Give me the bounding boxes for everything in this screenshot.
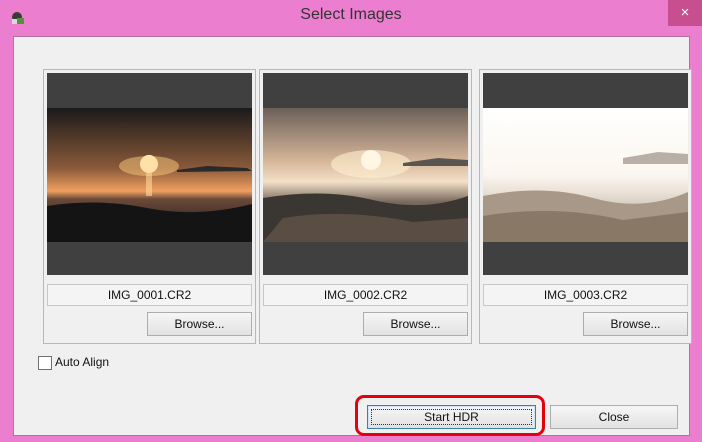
browse-button-3[interactable]: Browse... <box>583 312 688 336</box>
filename-field-1: IMG_0001.CR2 <box>47 284 252 306</box>
image-thumbnail-3 <box>483 108 688 242</box>
auto-align-label: Auto Align <box>55 355 110 369</box>
image-thumbnail-1 <box>47 108 252 242</box>
browse-button-1[interactable]: Browse... <box>147 312 252 336</box>
image-preview-2 <box>263 73 468 275</box>
auto-align-checkbox[interactable] <box>38 356 52 370</box>
select-images-window: Select Images × IMG_0001.CR2 Browse... I… <box>0 0 702 442</box>
image-preview-1 <box>47 73 252 275</box>
image-preview-3 <box>483 73 688 275</box>
close-button[interactable]: Close <box>550 405 678 429</box>
window-title: Select Images <box>300 6 402 23</box>
dialog-client-area: IMG_0001.CR2 Browse... IMG_0002.CR2 Brow… <box>13 36 692 436</box>
image-panel-1: IMG_0001.CR2 Browse... <box>43 69 256 344</box>
highlight-callout <box>355 395 545 436</box>
filename-field-3: IMG_0003.CR2 <box>483 284 688 306</box>
image-panel-3: IMG_0003.CR2 Browse... <box>479 69 692 344</box>
filename-field-2: IMG_0002.CR2 <box>263 284 468 306</box>
close-window-icon[interactable]: × <box>668 0 702 26</box>
image-thumbnail-2 <box>263 108 468 242</box>
image-panel-2: IMG_0002.CR2 Browse... <box>259 69 472 344</box>
browse-button-2[interactable]: Browse... <box>363 312 468 336</box>
title-bar[interactable]: Select Images × <box>0 0 702 34</box>
